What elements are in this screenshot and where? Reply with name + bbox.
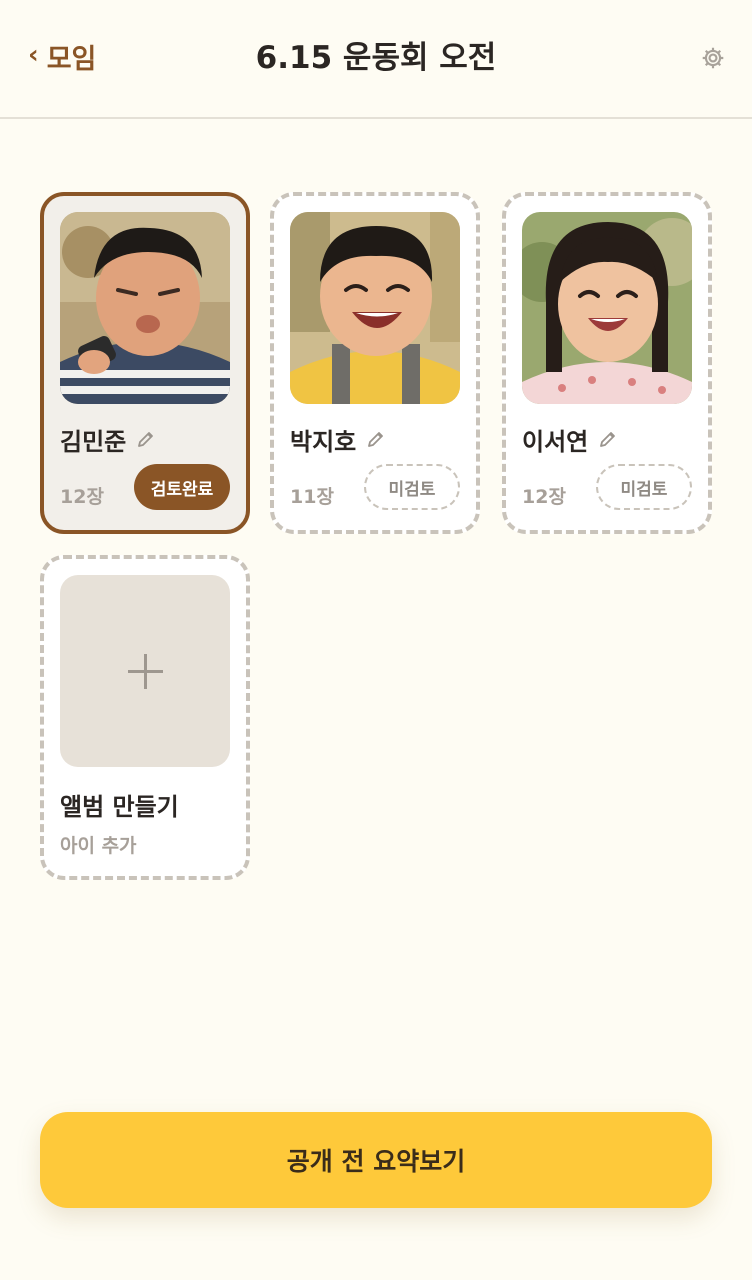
child-name-row: 박지호 (290, 422, 386, 456)
child-name: 박지호 (290, 427, 357, 456)
review-status-badge[interactable]: 미검토 (596, 464, 692, 510)
create-album-title: 앨범 만들기 (60, 793, 179, 821)
top-bar: ‹ 모임 6.15 운동회 오전 (0, 0, 752, 119)
pencil-icon[interactable] (366, 429, 386, 449)
pencil-icon[interactable] (136, 429, 156, 449)
add-child-label: 아이 추가 (60, 835, 137, 857)
child-photo (290, 212, 460, 404)
child-photo (522, 212, 692, 404)
child-card-2[interactable]: 박지호 11장 미검토 (270, 192, 480, 534)
album-screen: ‹ 모임 6.15 운동회 오전 김민준 12장 검토완료 박지호 11장 미검… (0, 0, 752, 1280)
add-tile (60, 575, 230, 767)
summary-preview-button[interactable]: 공개 전 요약보기 (40, 1112, 712, 1208)
create-album-card[interactable]: 앨범 만들기 아이 추가 (40, 555, 250, 880)
child-card-1[interactable]: 김민준 12장 검토완료 (40, 192, 250, 534)
plus-icon-bar (128, 670, 163, 673)
photo-count: 12장 (60, 486, 104, 508)
child-name-row: 김민준 (60, 422, 156, 456)
child-photo (60, 212, 230, 404)
child-name: 이서연 (522, 427, 589, 456)
photo-count: 11장 (290, 486, 334, 508)
pencil-icon[interactable] (598, 429, 618, 449)
gear-icon[interactable] (700, 45, 726, 71)
child-card-3[interactable]: 이서연 12장 미검토 (502, 192, 712, 534)
page-title: 6.15 운동회 오전 (255, 40, 497, 76)
child-name: 김민준 (60, 427, 127, 456)
photo-count: 12장 (522, 486, 566, 508)
review-status-badge[interactable]: 미검토 (364, 464, 460, 510)
child-name-row: 이서연 (522, 422, 618, 456)
review-status-badge[interactable]: 검토완료 (134, 464, 230, 510)
